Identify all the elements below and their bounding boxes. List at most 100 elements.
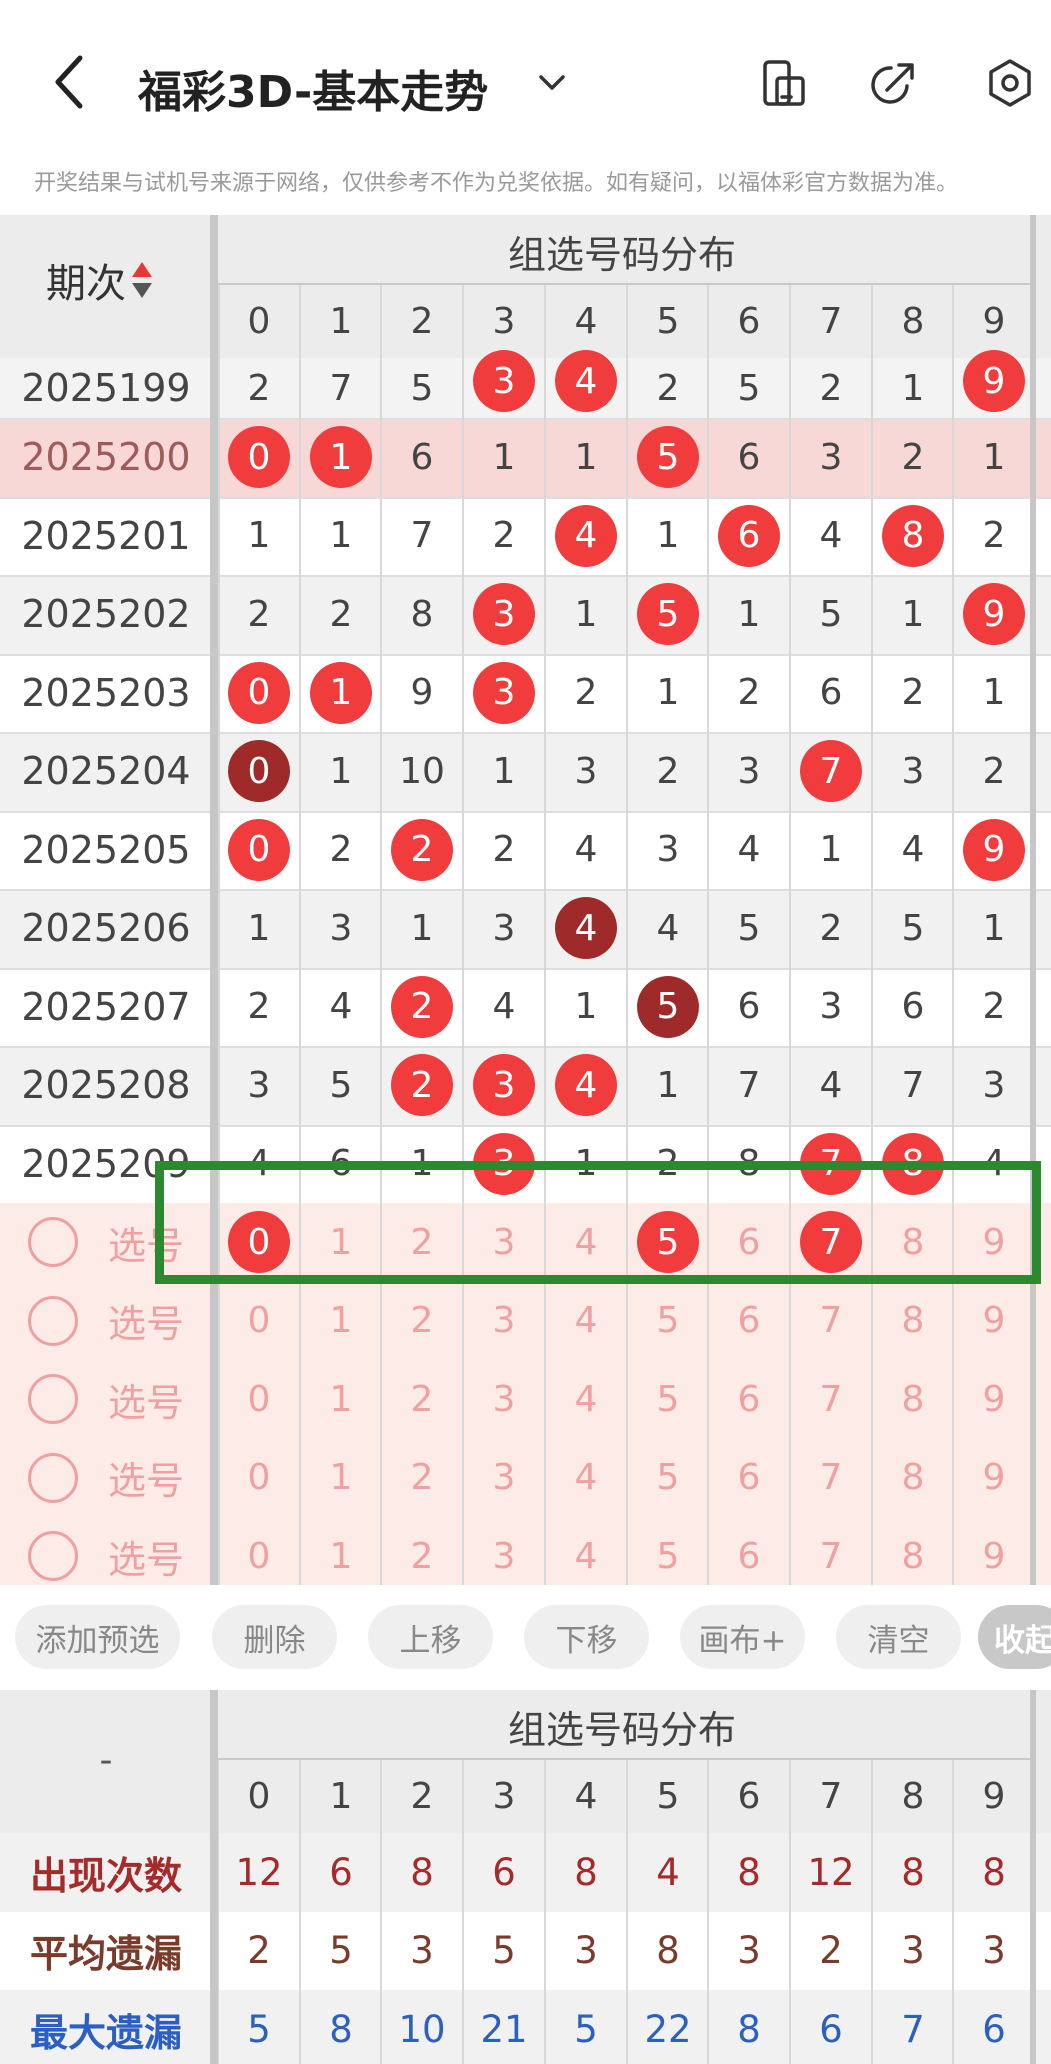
period-cell: 2025202 — [21, 592, 191, 637]
picker-digit[interactable]: 3 — [463, 1517, 545, 1596]
number-cell: 1 — [982, 907, 1006, 949]
page-title[interactable]: 福彩3D-基本走势 — [138, 56, 488, 120]
picker-digit[interactable]: 0 — [218, 1517, 300, 1596]
number-ball: 5 — [637, 583, 699, 646]
picker-digit[interactable]: 7 — [790, 1282, 872, 1361]
number-cell: 9 — [953, 350, 1035, 418]
sort-icon[interactable] — [130, 258, 154, 302]
move-up-button[interactable]: 上移 — [368, 1605, 493, 1669]
disclaimer-text: 开奖结果与试机号来源于网络，仅供参考不作为兑奖依据。如有疑问，以福体彩官方数据为… — [34, 171, 959, 196]
number-ball: 4 — [555, 504, 617, 567]
number-cell: 3 — [901, 750, 925, 792]
number-cell: 1 — [656, 1064, 680, 1106]
picker-digit[interactable]: 7 — [790, 1439, 872, 1518]
period-header[interactable]: 期次 — [0, 245, 200, 315]
picker-digit[interactable]: 8 — [872, 1517, 954, 1596]
canvas-plus-button[interactable]: 画布+ — [680, 1605, 805, 1669]
picker-digit[interactable]: 1 — [300, 1282, 382, 1361]
picker-digit[interactable]: 3 — [463, 1360, 545, 1439]
picker-digit[interactable]: 0 — [218, 1360, 300, 1439]
number-cell: 3 — [463, 654, 545, 733]
picker-digit[interactable]: 2 — [381, 1439, 463, 1518]
picker-radio[interactable] — [28, 1452, 78, 1503]
share-icon[interactable] — [867, 56, 921, 110]
picker-digit[interactable]: 9 — [953, 1517, 1035, 1596]
stats-column-divider — [789, 1760, 791, 2064]
picker-digit[interactable]: 5 — [627, 1360, 709, 1439]
row-divider — [0, 967, 1051, 970]
number-cell: 2 — [656, 750, 680, 792]
stats-digit-header: 5 — [656, 1776, 680, 1817]
number-cell: 2 — [901, 672, 925, 714]
picker-digit[interactable]: 1 — [300, 1360, 382, 1439]
picker-digit[interactable]: 9 — [953, 1360, 1035, 1439]
picker-radio[interactable] — [28, 1374, 78, 1424]
stats-value: 2 — [819, 1929, 843, 1973]
picker-radio[interactable] — [28, 1295, 78, 1346]
number-cell: 0 — [218, 811, 300, 890]
picker-digit[interactable]: 9 — [953, 1439, 1035, 1518]
picker-digit[interactable]: 8 — [872, 1282, 954, 1361]
picker-digit[interactable]: 4 — [545, 1360, 627, 1439]
number-cell: 1 — [247, 515, 271, 557]
period-cell: 2025201 — [21, 513, 191, 558]
picker-radio[interactable] — [28, 1217, 78, 1267]
picker-digit[interactable]: 4 — [545, 1517, 627, 1596]
number-cell: 2 — [574, 672, 598, 714]
picker-digit[interactable]: 1 — [300, 1517, 382, 1596]
picker-digit[interactable]: 6 — [708, 1360, 790, 1439]
number-cell: 2 — [737, 672, 761, 714]
number-cell: 6 — [708, 497, 790, 576]
number-cell: 4 — [329, 986, 353, 1028]
picker-digit[interactable]: 4 — [545, 1282, 627, 1361]
collapse-button[interactable]: 收起 — [978, 1605, 1051, 1669]
stats-value: 8 — [982, 1850, 1006, 1894]
move-down-button[interactable]: 下移 — [524, 1605, 649, 1669]
number-cell: 0 — [218, 418, 300, 497]
stats-value: 5 — [492, 1929, 516, 1973]
picker-digit[interactable]: 7 — [790, 1360, 872, 1439]
digit-header: 6 — [737, 301, 761, 342]
picker-digit[interactable]: 3 — [463, 1282, 545, 1361]
picker-digit[interactable]: 5 — [627, 1517, 709, 1596]
picker-digit[interactable]: 4 — [545, 1439, 627, 1518]
picker-digit[interactable]: 0 — [218, 1439, 300, 1518]
picker-digit[interactable]: 5 — [627, 1282, 709, 1361]
back-arrow-icon[interactable] — [50, 52, 90, 112]
number-cell: 1 — [574, 986, 598, 1028]
period-cell: 2025208 — [21, 1063, 191, 1108]
picker-digit[interactable]: 7 — [790, 1517, 872, 1596]
picker-digit[interactable]: 1 — [300, 1439, 382, 1518]
clear-button[interactable]: 清空 — [836, 1605, 961, 1669]
number-ball: 3 — [473, 1054, 535, 1117]
picker-digit[interactable]: 2 — [381, 1282, 463, 1361]
picker-digit[interactable]: 9 — [953, 1282, 1035, 1361]
picker-digit[interactable]: 2 — [381, 1517, 463, 1596]
number-ball: 2 — [391, 975, 453, 1038]
phone-screen-icon[interactable] — [757, 56, 811, 110]
stats-value: 3 — [574, 1929, 598, 1973]
number-cell: 3 — [819, 986, 843, 1028]
stats-value: 8 — [329, 2007, 353, 2051]
picker-digit[interactable]: 6 — [708, 1282, 790, 1361]
period-cell: 2025207 — [21, 984, 191, 1029]
picker-digit[interactable]: 8 — [872, 1439, 954, 1518]
settings-icon[interactable] — [983, 56, 1037, 110]
number-cell: 1 — [982, 436, 1006, 478]
picker-digit[interactable]: 6 — [708, 1439, 790, 1518]
picker-digit[interactable]: 0 — [218, 1282, 300, 1361]
delete-button[interactable]: 删除 — [212, 1605, 337, 1669]
stats-value: 6 — [492, 1850, 516, 1894]
picker-digit[interactable]: 3 — [463, 1439, 545, 1518]
stats-value: 8 — [574, 1850, 598, 1894]
chevron-down-icon[interactable] — [535, 66, 569, 100]
picker-digit[interactable]: 2 — [381, 1360, 463, 1439]
picker-digit[interactable]: 6 — [708, 1517, 790, 1596]
picker-digit[interactable]: 8 — [872, 1360, 954, 1439]
picker-radio[interactable] — [28, 1531, 78, 1581]
add-preselect-button[interactable]: 添加预选 — [15, 1605, 180, 1669]
number-ball: 7 — [800, 740, 862, 803]
number-ball: 4 — [555, 897, 617, 960]
group-header: 组选号码分布 — [507, 232, 736, 277]
picker-digit[interactable]: 5 — [627, 1439, 709, 1518]
